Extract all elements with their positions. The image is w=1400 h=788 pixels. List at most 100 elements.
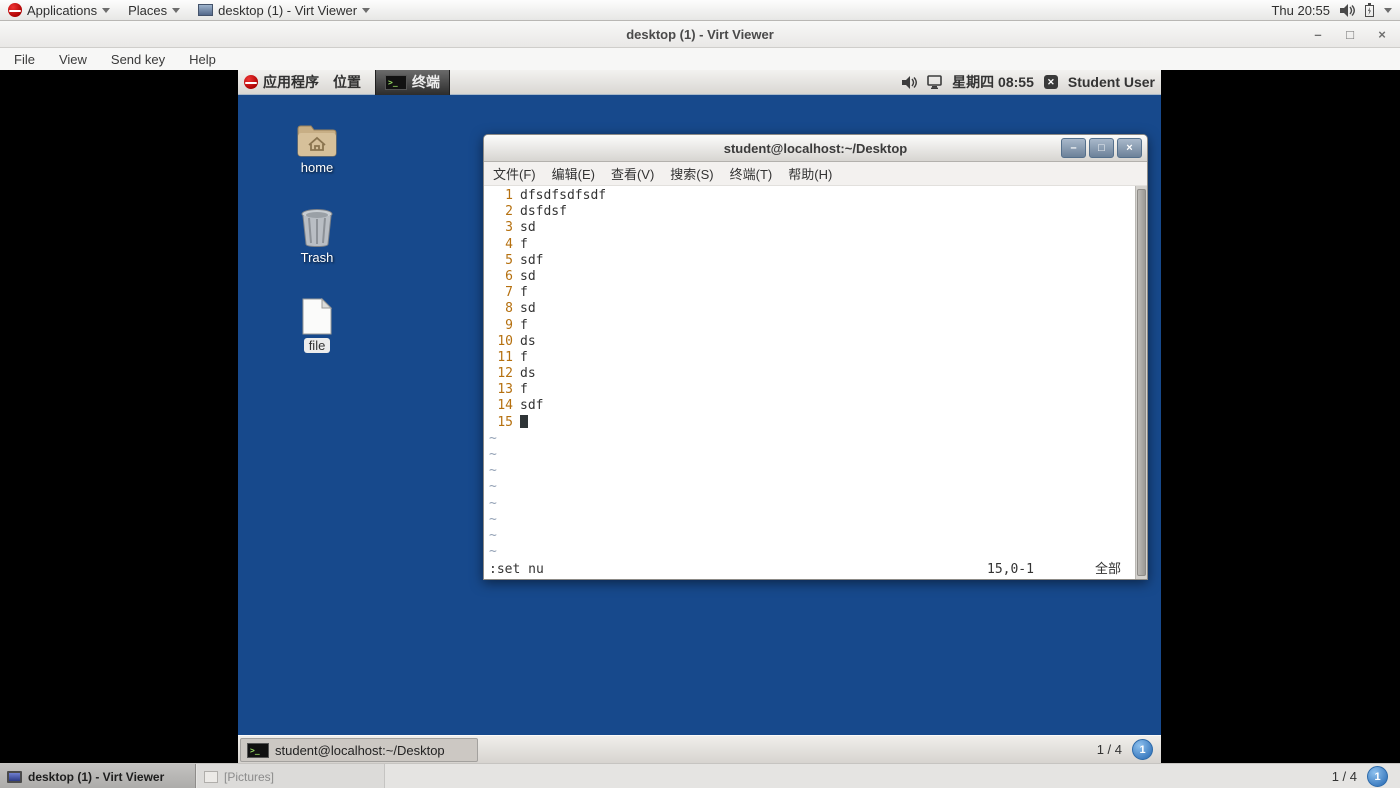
vim-status-line: :set nu 15,0-1 全部 [484, 561, 1147, 578]
line-number: 10 [497, 333, 513, 349]
applications-menu-label: Applications [27, 2, 98, 18]
maximize-button[interactable]: □ [1089, 138, 1114, 158]
line-number: 3 [505, 220, 513, 236]
battery-icon[interactable] [1365, 3, 1374, 17]
window-list-label: desktop (1) - Virt Viewer [218, 2, 358, 18]
places-menu[interactable]: Places [128, 2, 181, 18]
chevron-down-icon[interactable] [1384, 7, 1392, 13]
minimize-button[interactable]: – [1310, 27, 1326, 42]
virt-viewer-titlebar: desktop (1) - Virt Viewer – □ × [0, 21, 1400, 48]
vim-line: 4f [484, 237, 1147, 253]
vim-empty-line: ~ [489, 544, 497, 560]
guest-places-label: 位置 [333, 74, 361, 90]
host-taskbar: desktop (1) - Virt Viewer [Pictures] 1 /… [0, 763, 1400, 788]
line-text: sd [520, 220, 536, 236]
line-number: 8 [505, 301, 513, 317]
display-icon[interactable] [927, 75, 942, 89]
vim-cursor-position: 15,0-1 [987, 562, 1034, 577]
cursor-block [520, 414, 528, 428]
taskbar-button-virt-viewer[interactable]: desktop (1) - Virt Viewer [0, 764, 196, 788]
user-status-icon: ✕ [1043, 75, 1058, 89]
viewer-menu-item[interactable]: Help [189, 52, 216, 67]
viewer-menu-item[interactable]: File [14, 52, 35, 67]
guest-desktop[interactable]: home Trash file student@localhost:~/Desk… [238, 95, 1161, 735]
line-number: 5 [505, 252, 513, 268]
terminal-title: student@localhost:~/Desktop [723, 140, 908, 156]
guest-clock[interactable]: 星期四 08:55 [952, 72, 1034, 92]
line-text: f [520, 349, 528, 365]
vim-line: 6 sd [484, 269, 1147, 285]
close-button[interactable]: × [1374, 27, 1390, 42]
volume-icon[interactable] [1340, 3, 1355, 17]
guest-task-label: student@localhost:~/Desktop [275, 742, 445, 758]
viewer-menu-item[interactable]: View [59, 52, 87, 67]
line-text: dsfdsf [520, 204, 567, 220]
terminal-menu-item[interactable]: 帮助(H) [788, 164, 832, 183]
terminal-window: student@localhost:~/Desktop – □ × 文件(F) 编… [483, 134, 1148, 580]
guest-screen: 应用程序 位置 >_ 终端 星期四 08:55 ✕ Student User h… [238, 69, 1161, 763]
chevron-down-icon [172, 7, 181, 13]
vim-empty-line: ~ [489, 479, 497, 495]
vim-empty-line: ~ [489, 527, 497, 543]
desktop-icon-file[interactable]: file [282, 295, 352, 353]
vim-buffer[interactable]: 1 dfsdfsdfsdf 2 dsfdsf 3 sd 4 f 5 sdf 6 sd 7 f 8 sd 9 f 10… [484, 186, 1147, 579]
vim-line: 15 [484, 414, 1147, 431]
chevron-down-icon [102, 7, 111, 13]
guest-applications-label: 应用程序 [263, 74, 319, 90]
scrollbar[interactable] [1135, 186, 1147, 579]
terminal-titlebar[interactable]: student@localhost:~/Desktop – □ × [484, 135, 1147, 162]
desktop-icon-trash[interactable]: Trash [282, 207, 352, 265]
window-thumbnail-icon [198, 4, 214, 16]
maximize-button[interactable]: □ [1342, 27, 1358, 42]
line-text: sd [520, 268, 536, 284]
line-text: ds [520, 333, 536, 349]
host-top-panel: Applications Places desktop (1) - Virt V… [0, 0, 1400, 21]
line-text: sdf [520, 252, 544, 268]
clock[interactable]: Thu 20:55 [1271, 3, 1330, 18]
workspace-switcher[interactable]: 1 [1132, 739, 1153, 760]
workspace-switcher[interactable]: 1 [1367, 766, 1388, 787]
volume-icon[interactable] [902, 75, 918, 89]
document-icon [282, 295, 352, 335]
vim-empty-line: ~ [489, 495, 497, 511]
guest-taskbar-terminal-button[interactable]: >_ student@localhost:~/Desktop [240, 738, 478, 762]
virt-viewer-title: desktop (1) - Virt Viewer [626, 26, 774, 42]
line-text: f [520, 382, 528, 398]
minimize-button[interactable]: – [1061, 138, 1086, 158]
virt-viewer-menubar: File View Send key Help [0, 48, 1400, 70]
vim-line: 7f [484, 285, 1147, 301]
user-menu[interactable]: Student User [1068, 74, 1155, 90]
workspace-pager: 1 / 4 [1096, 742, 1122, 757]
line-number: 2 [505, 204, 513, 220]
desktop-icon-label: Trash [300, 250, 334, 265]
terminal-menu-item[interactable]: 编辑(E) [552, 164, 595, 183]
guest-panel-terminal-task[interactable]: >_ 终端 [375, 69, 450, 95]
close-button[interactable]: × [1117, 138, 1142, 158]
line-number: 9 [505, 317, 513, 333]
pictures-icon [204, 770, 218, 783]
vim-line: 1 dfsdfsdfsdf [484, 188, 1147, 204]
line-number: 6 [505, 268, 513, 284]
vim-empty-line: ~ [489, 463, 497, 479]
vim-line: 9f [484, 318, 1147, 334]
applications-menu[interactable]: Applications [8, 2, 111, 18]
terminal-menu-item[interactable]: 终端(T) [730, 164, 773, 183]
terminal-menu-item[interactable]: 搜索(S) [670, 164, 713, 183]
line-text: sd [520, 301, 536, 317]
places-menu-label: Places [128, 2, 168, 18]
vim-line: 13 f [484, 382, 1147, 398]
terminal-menu-item[interactable]: 文件(F) [493, 164, 536, 183]
viewer-canvas: 应用程序 位置 >_ 终端 星期四 08:55 ✕ Student User h… [0, 69, 1400, 763]
guest-applications-menu[interactable]: 应用程序 [244, 72, 319, 92]
line-number: 15 [497, 414, 513, 430]
scrollbar-thumb[interactable] [1137, 189, 1146, 576]
viewer-menu-item[interactable]: Send key [111, 52, 165, 67]
window-list-button[interactable]: desktop (1) - Virt Viewer [198, 2, 371, 18]
workspace-pager: 1 / 4 [1331, 769, 1357, 784]
desktop-icon-home[interactable]: home [282, 117, 352, 175]
guest-places-menu[interactable]: 位置 [333, 72, 361, 92]
line-number: 4 [505, 236, 513, 252]
vim-empty-line: ~ [489, 447, 497, 462]
terminal-menu-item[interactable]: 查看(V) [611, 164, 654, 183]
taskbar-button-pictures[interactable]: [Pictures] [197, 764, 385, 788]
